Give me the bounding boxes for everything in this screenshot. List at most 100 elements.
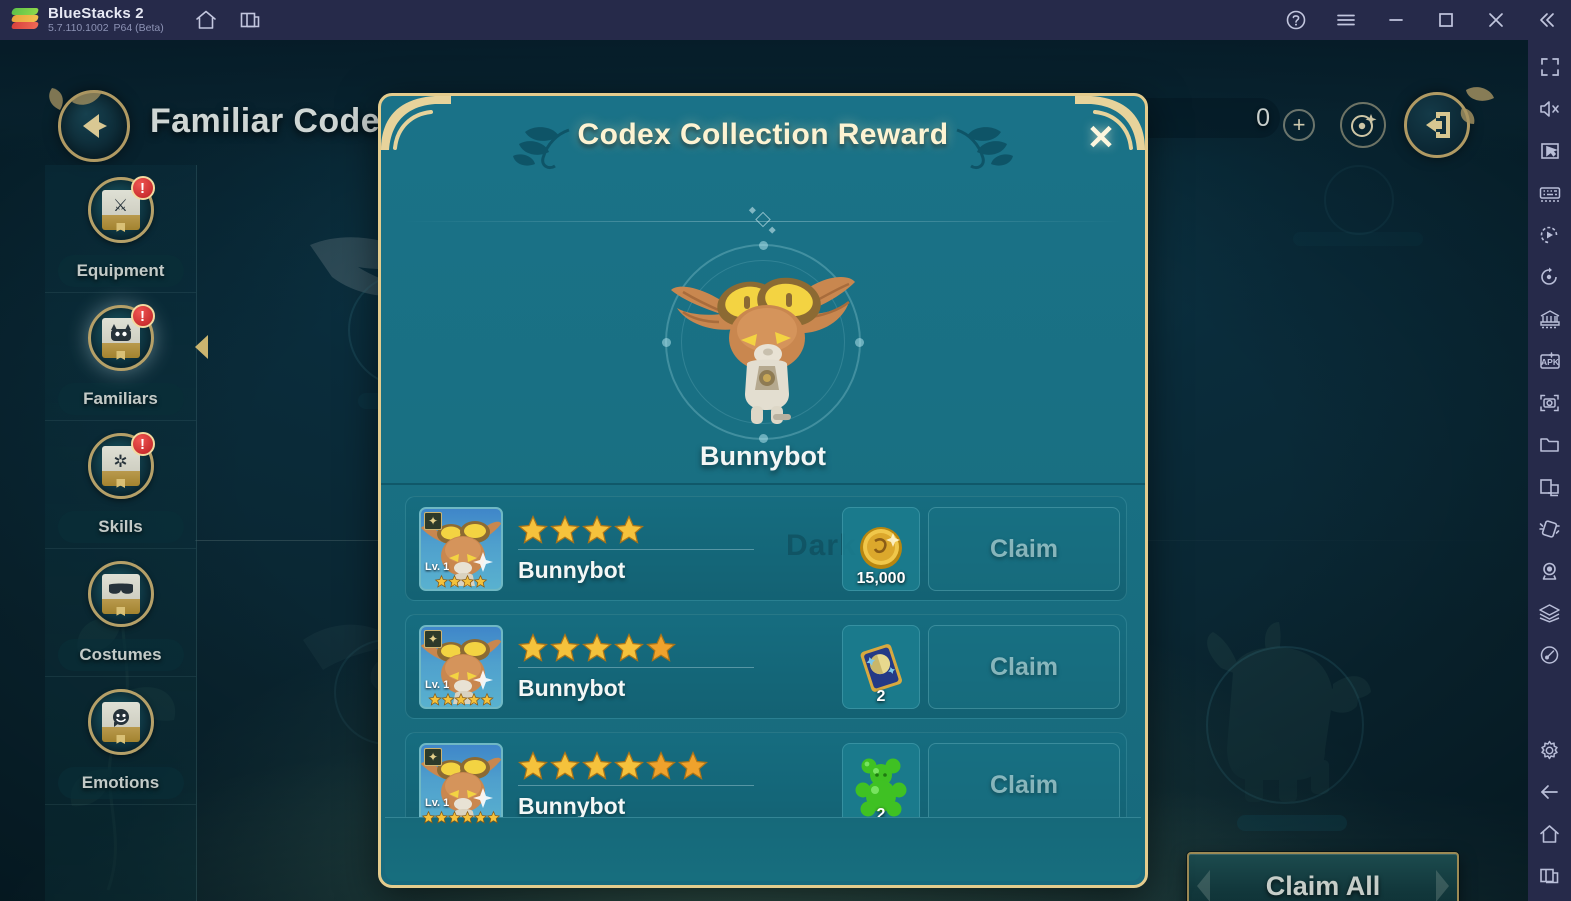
rotate-icon[interactable] <box>1533 260 1567 294</box>
multi-instance-manager-icon[interactable] <box>1533 302 1567 336</box>
fullscreen-icon[interactable] <box>1533 50 1567 84</box>
reward-rows: Dark ✦ Lv. 1 Bunnybot 15,000 Claim ✦ Lv.… <box>405 496 1127 850</box>
status-badge: ! <box>130 432 155 456</box>
sidebar-item-skills[interactable]: ✲ ! Skills <box>45 421 196 549</box>
exit-button[interactable] <box>1404 92 1470 158</box>
reward-item[interactable]: 2 <box>842 743 920 827</box>
settings-gear-icon[interactable] <box>1533 733 1567 767</box>
reward-amount: 2 <box>876 688 886 705</box>
portrait-stars <box>428 692 494 706</box>
portrait-level: Lv. 1 <box>425 561 450 573</box>
menu-icon[interactable] <box>1329 3 1363 37</box>
title-diamond-ornament <box>755 211 771 228</box>
macro-play-icon[interactable] <box>1533 218 1567 252</box>
help-icon[interactable] <box>1279 3 1313 37</box>
home-icon[interactable] <box>1533 817 1567 851</box>
portrait-stars <box>434 574 488 588</box>
screenshot-icon[interactable] <box>1533 386 1567 420</box>
hero-sprite-bunnybot <box>671 277 855 424</box>
gem-value: 0 <box>1256 104 1270 132</box>
claim-all-button[interactable]: Claim All <box>1187 852 1459 901</box>
element-rune-icon: ✦ <box>424 630 442 648</box>
back-arrow-icon[interactable] <box>1533 775 1567 809</box>
status-badge: ! <box>130 304 155 328</box>
hero-name: Bunnybot <box>700 441 826 471</box>
familiar-portrait[interactable]: ✦ Lv. 1 <box>419 743 503 827</box>
maximize-icon[interactable] <box>1429 3 1463 37</box>
compass-icon[interactable] <box>1533 638 1567 672</box>
bluestacks-sidebar: APK <box>1528 40 1571 901</box>
mute-icon[interactable] <box>1533 92 1567 126</box>
close-icon[interactable] <box>1479 3 1513 37</box>
game-viewport: Familiar Codex ? 22,100 0 + <box>0 40 1528 901</box>
sidebar-item-emotions[interactable]: Emotions <box>45 677 196 805</box>
element-rune-icon: ✦ <box>424 748 442 766</box>
row-divider <box>518 549 754 550</box>
quest-target-icon <box>1351 114 1377 137</box>
dialog-title: Codex Collection Reward <box>577 118 949 151</box>
sidebar-item-label: Emotions <box>57 767 184 799</box>
back-arrow-icon <box>83 114 107 138</box>
star-rating <box>517 750 709 781</box>
titlebar-quick-icons <box>191 5 265 35</box>
row-divider <box>518 667 754 668</box>
familiar-portrait[interactable]: ✦ Lv. 1 <box>419 507 503 591</box>
sidebar-item-familiars[interactable]: ! Familiars <box>45 293 208 421</box>
reward-amount: 15,000 <box>856 570 906 587</box>
sidebar-item-costumes[interactable]: Costumes <box>45 549 196 677</box>
mask-glyph <box>108 583 133 594</box>
portrait-level: Lv. 1 <box>425 679 450 691</box>
reward-item[interactable]: 15,000 <box>842 507 920 591</box>
equipment-book-icon: ⚔ ! <box>87 176 155 243</box>
skills-book-icon: ✲ ! <box>87 432 155 499</box>
exit-door-icon <box>1426 112 1450 138</box>
svg-text:APK: APK <box>1541 357 1560 367</box>
version-number: 5.7.110.1002 <box>48 22 109 35</box>
layers-icon[interactable] <box>1533 596 1567 630</box>
claim-button[interactable]: Claim <box>928 625 1120 709</box>
familiar-name: Bunnybot <box>518 557 626 583</box>
install-apk-icon[interactable]: APK <box>1533 344 1567 378</box>
app-name: BlueStacks 2 <box>48 4 144 22</box>
app-version: 5.7.110.1002 P64 (Beta) <box>48 23 169 34</box>
add-gems-button[interactable]: + <box>1283 109 1315 141</box>
close-button[interactable]: ✕ <box>1079 116 1123 160</box>
summon-scroll-icon <box>860 644 902 692</box>
location-icon[interactable] <box>1533 554 1567 588</box>
gold-coin-icon <box>860 527 902 569</box>
sidebar-nav: ⚔ ! Equipment ! Familiars ✲ ! Skills Cos… <box>45 165 208 901</box>
bluestacks-titlebar: BlueStacks 2 5.7.110.1002 P64 (Beta) <box>0 0 1571 40</box>
bluestacks-title-group: BlueStacks 2 5.7.110.1002 P64 (Beta) <box>48 4 169 35</box>
familiar-face-glyph <box>110 323 131 341</box>
sidebar-item-equipment[interactable]: ⚔ ! Equipment <box>45 165 196 293</box>
copy-to-pc-icon[interactable] <box>1533 470 1567 504</box>
sidebar-item-label: Equipment <box>57 255 184 287</box>
hero-showcase: Bunnybot <box>381 236 1145 481</box>
pointer-icon[interactable] <box>1533 134 1567 168</box>
table-row: ✦ Lv. 1 Bunnybot 2 Claim <box>405 614 1127 719</box>
familiar-portrait[interactable]: ✦ Lv. 1 <box>419 625 503 709</box>
table-row: Dark ✦ Lv. 1 Bunnybot 15,000 Claim <box>405 496 1127 601</box>
status-badge: ! <box>130 176 155 200</box>
star-rating <box>517 632 677 663</box>
multi-instance-icon[interactable] <box>235 5 265 35</box>
hero-divider <box>381 483 1145 485</box>
claim-button[interactable]: Claim <box>928 507 1120 591</box>
claim-button[interactable]: Claim <box>928 743 1120 827</box>
reward-item[interactable]: 2 <box>842 625 920 709</box>
home-icon[interactable] <box>191 5 221 35</box>
shake-icon[interactable] <box>1533 512 1567 546</box>
bluestacks-logo-icon <box>10 8 40 32</box>
quest-button[interactable] <box>1340 102 1386 148</box>
smiley-glyph <box>112 708 129 727</box>
recents-icon[interactable] <box>1533 859 1567 893</box>
minimize-icon[interactable] <box>1379 3 1413 37</box>
media-folder-icon[interactable] <box>1533 428 1567 462</box>
page-title: Familiar Codex <box>150 102 400 140</box>
collapse-icon[interactable] <box>1529 3 1563 37</box>
keyboard-icon[interactable] <box>1533 176 1567 210</box>
back-button[interactable] <box>58 90 130 162</box>
portrait-level: Lv. 1 <box>425 797 450 809</box>
bg-familiar-silhouette-small <box>1293 165 1423 246</box>
emotions-book-icon <box>87 689 154 755</box>
